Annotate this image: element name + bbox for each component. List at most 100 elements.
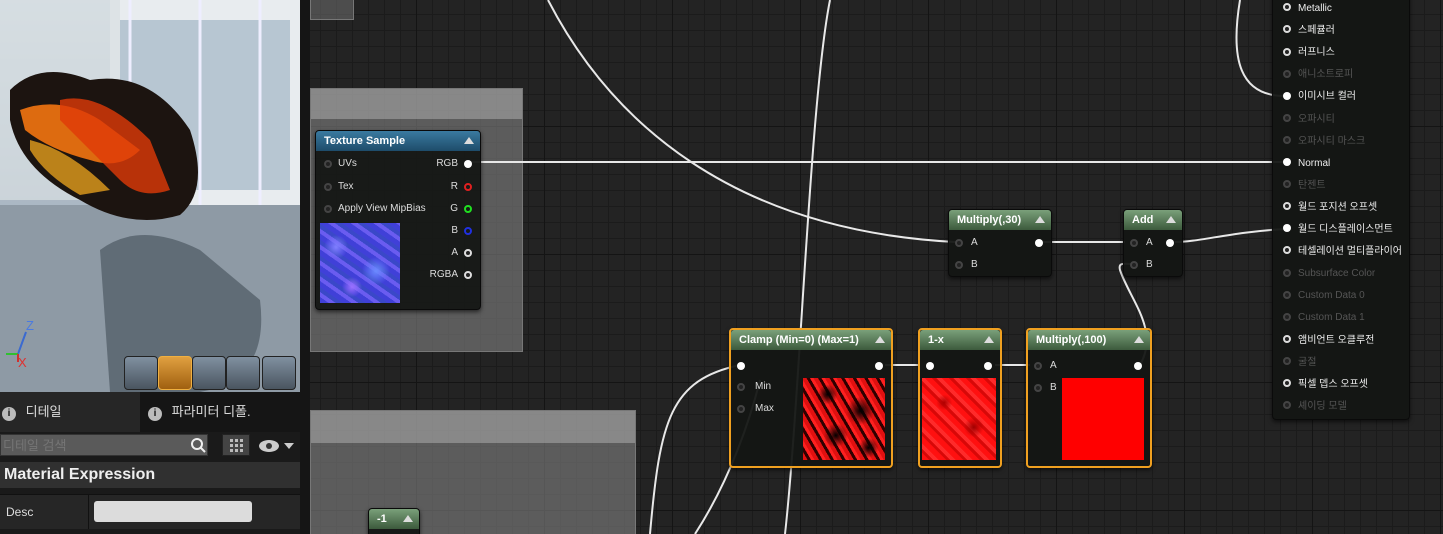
search-icon[interactable] <box>190 437 206 453</box>
material-input-pin[interactable]: Subsurface Color <box>1283 267 1375 281</box>
constant-neg1-node[interactable]: -1 <box>368 508 420 534</box>
input-pin-b[interactable] <box>1034 384 1042 392</box>
input-pin-mipbias[interactable] <box>324 205 332 213</box>
material-input-pin[interactable]: 픽셀 뎁스 오프셋 <box>1283 378 1368 392</box>
tab-parameter-defaults[interactable]: i 파라미터 디폴. <box>148 392 300 432</box>
pin-dot-icon[interactable] <box>1283 202 1291 211</box>
output-pin-rgba[interactable] <box>464 271 472 279</box>
pin-dot-icon[interactable] <box>1283 268 1291 277</box>
pin-dot-icon[interactable] <box>1283 3 1291 12</box>
output-pin-g[interactable] <box>464 205 472 213</box>
material-input-pin[interactable]: 오파시티 <box>1283 113 1335 127</box>
material-input-pin[interactable]: 테셀레이션 멀티플라이어 <box>1283 245 1402 259</box>
input-pin-max[interactable] <box>737 405 745 413</box>
material-input-pin[interactable]: 스페큘러 <box>1283 24 1335 38</box>
input-pin-b[interactable] <box>1130 261 1138 269</box>
material-input-pin[interactable]: 굴절 <box>1283 356 1316 370</box>
material-input-pin[interactable]: 애니소트로피 <box>1283 68 1353 82</box>
collapse-arrow-icon[interactable] <box>464 137 474 144</box>
node-header[interactable]: Multiply(,100) <box>1028 330 1150 350</box>
input-pin-a[interactable] <box>1130 239 1138 247</box>
material-input-pin[interactable]: 월드 디스플레이스먼트 <box>1283 223 1393 237</box>
input-pin-min[interactable] <box>737 383 745 391</box>
material-input-pin[interactable]: 오파시티 마스크 <box>1283 135 1365 149</box>
pin-dot-icon[interactable] <box>1283 401 1291 410</box>
output-pin-a[interactable] <box>464 249 472 257</box>
pin-dot-icon[interactable] <box>1283 379 1291 388</box>
node-header[interactable]: -1 <box>369 509 419 529</box>
texture-sample-node[interactable]: Texture Sample UVs Tex Apply View MipBia… <box>315 130 481 310</box>
node-header[interactable]: Clamp (Min=0) (Max=1) <box>731 330 891 350</box>
grid-view-icon[interactable] <box>222 434 250 456</box>
material-graph-canvas[interactable]: Texture Sample UVs Tex Apply View MipBia… <box>310 0 1443 534</box>
pin-dot-icon[interactable] <box>1283 158 1291 167</box>
pin-dot-icon[interactable] <box>1283 180 1291 189</box>
pin-dot-icon[interactable] <box>1283 47 1291 56</box>
input-pin-uvs[interactable] <box>324 160 332 168</box>
pin-dot-icon[interactable] <box>1283 246 1291 255</box>
output-pin-r[interactable] <box>464 183 472 191</box>
material-preview-viewport[interactable]: Z X <box>0 0 300 392</box>
output-pin-b[interactable] <box>464 227 472 235</box>
collapse-arrow-icon[interactable] <box>875 336 885 343</box>
details-search-input[interactable] <box>0 434 208 456</box>
material-input-pin[interactable]: 탄젠트 <box>1283 179 1326 193</box>
pin-dot-icon[interactable] <box>1283 224 1291 233</box>
material-input-pin[interactable]: 이미시브 컬러 <box>1283 90 1356 104</box>
material-input-pin[interactable]: 셰이딩 모델 <box>1283 400 1347 414</box>
output-pin-rgb[interactable] <box>464 160 472 168</box>
material-input-pin[interactable]: 월드 포지션 오프셋 <box>1283 201 1377 215</box>
custom-mesh-preview-icon[interactable] <box>262 356 296 390</box>
output-pin[interactable] <box>1134 362 1142 370</box>
input-pin-value[interactable] <box>737 362 745 370</box>
clamp-node[interactable]: Clamp (Min=0) (Max=1) Min Max <box>729 328 893 468</box>
cube-preview-icon[interactable] <box>226 356 260 390</box>
add-node[interactable]: Add A B <box>1123 209 1183 277</box>
input-pin-a[interactable] <box>1034 362 1042 370</box>
output-pin[interactable] <box>1166 239 1174 247</box>
panel-splitter[interactable] <box>300 0 310 534</box>
node-header[interactable]: Texture Sample <box>316 131 480 151</box>
pin-dot-icon[interactable] <box>1283 356 1291 365</box>
output-pin[interactable] <box>875 362 883 370</box>
output-pin[interactable] <box>1035 239 1043 247</box>
desc-field[interactable] <box>94 501 252 522</box>
input-pin-a[interactable] <box>955 239 963 247</box>
pin-dot-icon[interactable] <box>1283 69 1291 78</box>
pin-dot-icon[interactable] <box>1283 113 1291 122</box>
material-input-pin[interactable]: Custom Data 0 <box>1283 289 1365 303</box>
multiply-100-node[interactable]: Multiply(,100) A B <box>1026 328 1152 468</box>
one-minus-node[interactable]: 1-x <box>918 328 1002 468</box>
cylinder-preview-icon[interactable] <box>124 356 158 390</box>
plane-preview-icon[interactable] <box>192 356 226 390</box>
pin-dot-icon[interactable] <box>1283 135 1291 144</box>
tab-details[interactable]: i 디테일 <box>0 392 140 432</box>
output-pin[interactable] <box>984 362 992 370</box>
material-input-pin[interactable]: Metallic <box>1283 2 1332 16</box>
pin-dot-icon[interactable] <box>1283 91 1291 100</box>
material-input-pin[interactable]: Custom Data 1 <box>1283 311 1365 325</box>
collapse-arrow-icon[interactable] <box>1166 216 1176 223</box>
pin-dot-icon[interactable] <box>1283 290 1291 299</box>
multiply-30-node[interactable]: Multiply(,30) A B <box>948 209 1052 277</box>
input-pin-tex[interactable] <box>324 183 332 191</box>
pin-dot-icon[interactable] <box>1283 25 1291 34</box>
input-pin-value[interactable] <box>926 362 934 370</box>
pin-dot-icon[interactable] <box>1283 334 1291 343</box>
material-input-pin[interactable]: Normal <box>1283 157 1330 171</box>
collapse-arrow-icon[interactable] <box>1035 216 1045 223</box>
eye-visibility-icon[interactable] <box>258 438 298 454</box>
material-input-pin[interactable]: 앰비언트 오클루전 <box>1283 334 1374 348</box>
collapse-arrow-icon[interactable] <box>984 336 994 343</box>
input-pin-b[interactable] <box>955 261 963 269</box>
sphere-preview-icon[interactable] <box>158 356 192 390</box>
pin-dot-icon[interactable] <box>1283 312 1291 321</box>
node-header[interactable]: 1-x <box>920 330 1000 350</box>
node-header[interactable]: Multiply(,30) <box>949 210 1051 230</box>
material-result-node[interactable]: Metallic 스페큘러러프니스애니소트로피이미시브 컬러오파시티오파시티 마스… <box>1272 0 1410 420</box>
collapse-arrow-icon[interactable] <box>1134 336 1144 343</box>
collapse-arrow-icon[interactable] <box>403 515 413 522</box>
material-input-pin[interactable]: 러프니스 <box>1283 46 1335 60</box>
node-header[interactable]: Add <box>1124 210 1182 230</box>
section-header[interactable]: Material Expression <box>0 462 300 488</box>
